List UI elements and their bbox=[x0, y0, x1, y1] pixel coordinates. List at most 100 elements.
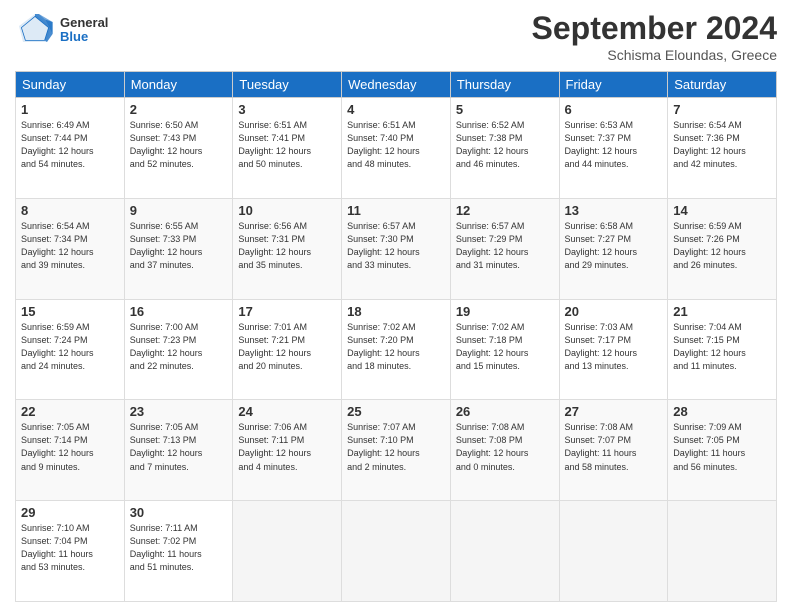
day-info: Sunrise: 7:00 AM Sunset: 7:23 PM Dayligh… bbox=[130, 321, 228, 373]
day-number: 8 bbox=[21, 203, 119, 218]
day-info: Sunrise: 6:51 AM Sunset: 7:40 PM Dayligh… bbox=[347, 119, 445, 171]
week-row: 29 Sunrise: 7:10 AM Sunset: 7:04 PM Dayli… bbox=[16, 501, 777, 602]
day-number: 1 bbox=[21, 102, 119, 117]
table-row: 5Sunrise: 6:52 AM Sunset: 7:38 PM Daylig… bbox=[450, 98, 559, 199]
day-info: Sunrise: 6:57 AM Sunset: 7:30 PM Dayligh… bbox=[347, 220, 445, 272]
week-row: 8Sunrise: 6:54 AM Sunset: 7:34 PM Daylig… bbox=[16, 198, 777, 299]
location-subtitle: Schisma Eloundas, Greece bbox=[532, 47, 777, 63]
table-row bbox=[233, 501, 342, 602]
day-info: Sunrise: 7:05 AM Sunset: 7:14 PM Dayligh… bbox=[21, 421, 119, 473]
day-info: Sunrise: 6:59 AM Sunset: 7:26 PM Dayligh… bbox=[673, 220, 771, 272]
day-number: 10 bbox=[238, 203, 336, 218]
table-row: 21 Sunrise: 7:04 AM Sunset: 7:15 PM Dayli… bbox=[668, 299, 777, 400]
col-thursday: Thursday bbox=[450, 72, 559, 98]
day-number: 16 bbox=[130, 304, 228, 319]
table-row: 23 Sunrise: 7:05 AM Sunset: 7:13 PM Dayli… bbox=[124, 400, 233, 501]
col-sunday: Sunday bbox=[16, 72, 125, 98]
logo: General Blue bbox=[15, 10, 108, 50]
table-row: 9 Sunrise: 6:55 AM Sunset: 7:33 PM Daylig… bbox=[124, 198, 233, 299]
table-row: 4 Sunrise: 6:51 AM Sunset: 7:40 PM Daylig… bbox=[342, 98, 451, 199]
table-row: 15 Sunrise: 6:59 AM Sunset: 7:24 PM Dayli… bbox=[16, 299, 125, 400]
day-info: Sunrise: 6:51 AM Sunset: 7:41 PM Dayligh… bbox=[238, 119, 336, 171]
table-row bbox=[450, 501, 559, 602]
day-info: Sunrise: 7:05 AM Sunset: 7:13 PM Dayligh… bbox=[130, 421, 228, 473]
day-info: Sunrise: 7:01 AM Sunset: 7:21 PM Dayligh… bbox=[238, 321, 336, 373]
day-number: 22 bbox=[21, 404, 119, 419]
table-row: 14 Sunrise: 6:59 AM Sunset: 7:26 PM Dayli… bbox=[668, 198, 777, 299]
table-row: 8Sunrise: 6:54 AM Sunset: 7:34 PM Daylig… bbox=[16, 198, 125, 299]
day-number: 23 bbox=[130, 404, 228, 419]
day-number: 30 bbox=[130, 505, 228, 520]
table-row: 3Sunrise: 6:51 AM Sunset: 7:41 PM Daylig… bbox=[233, 98, 342, 199]
day-info: Sunrise: 7:02 AM Sunset: 7:18 PM Dayligh… bbox=[456, 321, 554, 373]
table-row: 18Sunrise: 7:02 AM Sunset: 7:20 PM Dayli… bbox=[342, 299, 451, 400]
day-info: Sunrise: 7:04 AM Sunset: 7:15 PM Dayligh… bbox=[673, 321, 771, 373]
header: General Blue September 2024 Schisma Elou… bbox=[15, 10, 777, 63]
day-number: 26 bbox=[456, 404, 554, 419]
day-info: Sunrise: 6:55 AM Sunset: 7:33 PM Dayligh… bbox=[130, 220, 228, 272]
day-info: Sunrise: 6:57 AM Sunset: 7:29 PM Dayligh… bbox=[456, 220, 554, 272]
day-number: 19 bbox=[456, 304, 554, 319]
col-wednesday: Wednesday bbox=[342, 72, 451, 98]
table-row: 12Sunrise: 6:57 AM Sunset: 7:29 PM Dayli… bbox=[450, 198, 559, 299]
table-row: 2 Sunrise: 6:50 AM Sunset: 7:43 PM Daylig… bbox=[124, 98, 233, 199]
day-info: Sunrise: 6:56 AM Sunset: 7:31 PM Dayligh… bbox=[238, 220, 336, 272]
day-info: Sunrise: 7:08 AM Sunset: 7:07 PM Dayligh… bbox=[565, 421, 663, 473]
day-number: 9 bbox=[130, 203, 228, 218]
day-info: Sunrise: 6:50 AM Sunset: 7:43 PM Dayligh… bbox=[130, 119, 228, 171]
table-row: 24Sunrise: 7:06 AM Sunset: 7:11 PM Dayli… bbox=[233, 400, 342, 501]
col-monday: Monday bbox=[124, 72, 233, 98]
day-info: Sunrise: 7:08 AM Sunset: 7:08 PM Dayligh… bbox=[456, 421, 554, 473]
day-number: 29 bbox=[21, 505, 119, 520]
day-number: 25 bbox=[347, 404, 445, 419]
day-info: Sunrise: 7:10 AM Sunset: 7:04 PM Dayligh… bbox=[21, 522, 119, 574]
table-row: 1Sunrise: 6:49 AM Sunset: 7:44 PM Daylig… bbox=[16, 98, 125, 199]
logo-blue: Blue bbox=[60, 30, 108, 44]
day-number: 2 bbox=[130, 102, 228, 117]
table-row: 7 Sunrise: 6:54 AM Sunset: 7:36 PM Daylig… bbox=[668, 98, 777, 199]
logo-general: General bbox=[60, 16, 108, 30]
day-number: 14 bbox=[673, 203, 771, 218]
day-number: 17 bbox=[238, 304, 336, 319]
table-row: 27 Sunrise: 7:08 AM Sunset: 7:07 PM Dayli… bbox=[559, 400, 668, 501]
day-info: Sunrise: 7:07 AM Sunset: 7:10 PM Dayligh… bbox=[347, 421, 445, 473]
week-row: 15 Sunrise: 6:59 AM Sunset: 7:24 PM Dayli… bbox=[16, 299, 777, 400]
header-row: Sunday Monday Tuesday Wednesday Thursday… bbox=[16, 72, 777, 98]
day-info: Sunrise: 6:54 AM Sunset: 7:36 PM Dayligh… bbox=[673, 119, 771, 171]
calendar-table: Sunday Monday Tuesday Wednesday Thursday… bbox=[15, 71, 777, 602]
table-row: 19 Sunrise: 7:02 AM Sunset: 7:18 PM Dayli… bbox=[450, 299, 559, 400]
table-row: 26 Sunrise: 7:08 AM Sunset: 7:08 PM Dayli… bbox=[450, 400, 559, 501]
day-number: 5 bbox=[456, 102, 554, 117]
day-number: 4 bbox=[347, 102, 445, 117]
day-number: 27 bbox=[565, 404, 663, 419]
month-title: September 2024 bbox=[532, 10, 777, 47]
table-row: 11 Sunrise: 6:57 AM Sunset: 7:30 PM Dayli… bbox=[342, 198, 451, 299]
day-info: Sunrise: 7:09 AM Sunset: 7:05 PM Dayligh… bbox=[673, 421, 771, 473]
day-info: Sunrise: 6:59 AM Sunset: 7:24 PM Dayligh… bbox=[21, 321, 119, 373]
table-row: 29 Sunrise: 7:10 AM Sunset: 7:04 PM Dayli… bbox=[16, 501, 125, 602]
table-row: 10 Sunrise: 6:56 AM Sunset: 7:31 PM Dayli… bbox=[233, 198, 342, 299]
week-row: 22 Sunrise: 7:05 AM Sunset: 7:14 PM Dayli… bbox=[16, 400, 777, 501]
day-info: Sunrise: 7:06 AM Sunset: 7:11 PM Dayligh… bbox=[238, 421, 336, 473]
table-row: 30 Sunrise: 7:11 AM Sunset: 7:02 PM Dayli… bbox=[124, 501, 233, 602]
day-info: Sunrise: 7:03 AM Sunset: 7:17 PM Dayligh… bbox=[565, 321, 663, 373]
table-row bbox=[342, 501, 451, 602]
day-number: 13 bbox=[565, 203, 663, 218]
day-number: 11 bbox=[347, 203, 445, 218]
day-info: Sunrise: 7:11 AM Sunset: 7:02 PM Dayligh… bbox=[130, 522, 228, 574]
logo-text: General Blue bbox=[60, 16, 108, 45]
page: General Blue September 2024 Schisma Elou… bbox=[0, 0, 792, 612]
table-row bbox=[559, 501, 668, 602]
table-row: 20 Sunrise: 7:03 AM Sunset: 7:17 PM Dayli… bbox=[559, 299, 668, 400]
day-number: 15 bbox=[21, 304, 119, 319]
day-number: 21 bbox=[673, 304, 771, 319]
day-number: 18 bbox=[347, 304, 445, 319]
table-row: 13Sunrise: 6:58 AM Sunset: 7:27 PM Dayli… bbox=[559, 198, 668, 299]
day-number: 7 bbox=[673, 102, 771, 117]
table-row: 22 Sunrise: 7:05 AM Sunset: 7:14 PM Dayli… bbox=[16, 400, 125, 501]
table-row: 17 Sunrise: 7:01 AM Sunset: 7:21 PM Dayli… bbox=[233, 299, 342, 400]
day-number: 28 bbox=[673, 404, 771, 419]
title-section: September 2024 Schisma Eloundas, Greece bbox=[532, 10, 777, 63]
day-number: 20 bbox=[565, 304, 663, 319]
table-row bbox=[668, 501, 777, 602]
